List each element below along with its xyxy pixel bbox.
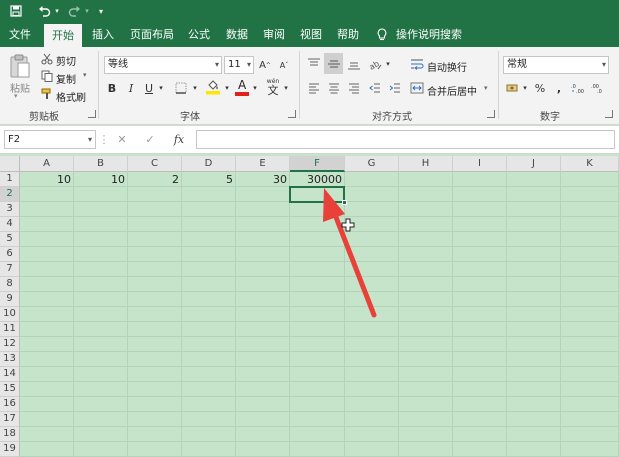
excel-window: ▾ ▾ ▾ 文件 开始 插入 页面布局 公式 数据 审阅 视图 帮助 操作说明搜… (0, 0, 619, 457)
red-arrow-annotation (323, 188, 377, 318)
cell-cursor-icon (341, 218, 355, 232)
